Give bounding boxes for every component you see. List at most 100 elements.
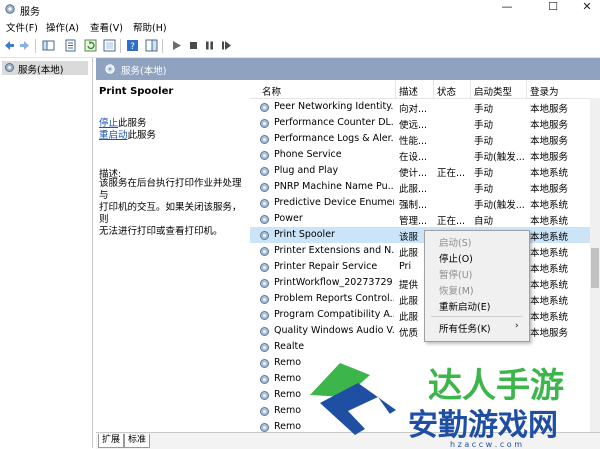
service-logon-cell: 本地服务 <box>530 152 569 163</box>
tab-extended[interactable]: 扩展 <box>98 434 125 448</box>
column-header-state[interactable]: 状态 <box>437 84 456 98</box>
service-logon-cell: 本地系统 <box>530 296 569 307</box>
selected-service-name: Print Spooler <box>99 86 174 97</box>
service-gear-icon <box>260 231 269 240</box>
service-desc-cell: 此服... <box>399 184 428 195</box>
column-header-startup[interactable]: 启动类型 <box>474 84 512 98</box>
list-header: 名称 描述 状态 启动类型 登录为 <box>250 80 600 99</box>
service-startup-cell: 手动(触发... <box>474 152 525 163</box>
service-desc-cell: 使远... <box>399 120 428 131</box>
service-name-cell: Predictive Device Enumera... <box>274 197 394 208</box>
pause-service-icon[interactable] <box>203 39 216 52</box>
restart-service-icon[interactable] <box>220 39 233 52</box>
service-logon-cell: 本地系统 <box>530 168 569 179</box>
show-hide-pane-icon[interactable] <box>145 39 158 52</box>
service-desc-cell: 性能... <box>399 136 428 147</box>
forward-arrow-icon[interactable] <box>18 39 31 52</box>
console-tree-icon[interactable] <box>42 39 55 52</box>
restart-service-action: 重启动此服务 <box>99 127 156 141</box>
service-gear-icon <box>260 151 269 160</box>
stop-service-icon[interactable] <box>187 39 200 52</box>
service-name-cell: PNRP Machine Name Pu... <box>274 181 394 192</box>
service-name-cell: Power <box>274 213 303 224</box>
service-name-cell: Peer Networking Identity... <box>274 101 394 112</box>
restart-service-suffix: 此服务 <box>127 130 157 141</box>
back-arrow-icon[interactable] <box>3 39 16 52</box>
service-gear-icon <box>260 359 269 368</box>
column-divider[interactable] <box>433 80 434 98</box>
service-name-cell: Program Compatibility A... <box>274 309 394 320</box>
tab-standard[interactable]: 标准 <box>124 434 151 448</box>
menu-view[interactable]: 查看(V) <box>90 20 123 34</box>
service-logon-cell: 本地服务 <box>530 120 569 131</box>
console-tree: 服务(本地) <box>0 58 93 448</box>
column-header-name[interactable]: 名称 <box>262 84 281 98</box>
menu-item-restart[interactable]: 重新启动(E) <box>439 299 490 313</box>
menu-item-pause[interactable]: 暂停(U) <box>439 267 472 281</box>
help-icon[interactable]: ? <box>126 39 139 52</box>
export-list-icon[interactable] <box>103 39 116 52</box>
service-logon-cell: 本地系统 <box>530 280 569 291</box>
menu-file[interactable]: 文件(F) <box>6 20 38 34</box>
service-logon-cell: 本地系统 <box>530 264 569 275</box>
properties-sheet-icon[interactable] <box>64 39 77 52</box>
services-header-strip: 服务(本地) <box>96 58 600 80</box>
service-row[interactable]: PNRP Machine Name Pu... 此服... 手动 本地服务 <box>250 179 600 195</box>
logo-url-text: h z a c c w . c o m <box>450 440 522 448</box>
service-gear-icon <box>260 215 269 224</box>
submenu-arrow-icon: › <box>515 321 519 331</box>
service-name-cell: Printer Extensions and N... <box>274 245 394 256</box>
menu-item-all-tasks[interactable]: 所有任务(K) <box>439 321 491 335</box>
toolbar-separator <box>162 39 163 53</box>
window-title: 服务 <box>20 7 40 18</box>
service-desc-cell: 管理... <box>399 216 428 227</box>
restart-service-link[interactable]: 重启动 <box>99 130 128 141</box>
service-row[interactable]: Peer Networking Identity... 向对... 手动 本地服务 <box>250 99 600 115</box>
menu-action[interactable]: 操作(A) <box>46 20 79 34</box>
menu-bar: 文件(F) 操作(A) 查看(V) 帮助(H) <box>0 18 600 35</box>
service-gear-icon <box>260 167 269 176</box>
tree-item-services-local[interactable]: 服务(本地) <box>2 61 88 76</box>
service-state-cell: 正在... <box>437 168 466 179</box>
service-logon-cell: 本地系统 <box>530 200 569 211</box>
service-gear-icon <box>260 295 269 304</box>
service-desc-cell: 使计... <box>399 168 428 179</box>
service-name-cell: Problem Reports Control... <box>274 293 394 304</box>
menu-separator <box>431 316 523 317</box>
toolbar-separator <box>120 39 121 53</box>
services-header-label: 服务(本地) <box>121 66 167 77</box>
service-name-cell: PrintWorkflow_20273729 <box>274 277 393 288</box>
service-row[interactable]: Performance Logs & Aler... 性能... 手动 本地服务 <box>250 131 600 147</box>
service-startup-cell: 手动 <box>474 168 494 179</box>
service-row[interactable]: Phone Service 在设... 手动(触发... 本地服务 <box>250 147 600 163</box>
close-button[interactable]: ✕ <box>572 0 600 16</box>
service-row[interactable]: Predictive Device Enumera... 强制... 手动(触发..… <box>250 195 600 211</box>
service-name-cell: Printer Repair Service <box>274 261 378 272</box>
maximize-button[interactable]: ☐ <box>538 0 568 16</box>
logo-bottom-text: 安勤游戏网 <box>408 408 558 443</box>
service-row[interactable]: Performance Counter DL... 使远... 手动 本地服务 <box>250 115 600 131</box>
column-header-logon[interactable]: 登录为 <box>530 84 559 98</box>
service-logon-cell: 本地服务 <box>530 104 569 115</box>
service-row[interactable]: Power 管理... 正在... 自动 本地系统 <box>250 211 600 227</box>
service-gear-icon <box>260 263 269 272</box>
minimize-button[interactable]: — <box>492 0 522 16</box>
column-header-desc[interactable]: 描述 <box>399 84 418 98</box>
start-service-icon[interactable] <box>170 39 183 52</box>
service-startup-cell: 手动(触发... <box>474 200 525 211</box>
refresh-icon[interactable] <box>84 39 97 52</box>
logo-swoosh-icon <box>310 363 396 435</box>
menu-item-start[interactable]: 启动(S) <box>439 235 471 249</box>
menu-item-stop[interactable]: 停止(O) <box>439 251 473 265</box>
service-row[interactable]: Plug and Play 使计... 正在... 手动 本地系统 <box>250 163 600 179</box>
menu-help[interactable]: 帮助(H) <box>133 20 167 34</box>
column-divider[interactable] <box>470 80 471 98</box>
menu-item-resume[interactable]: 恢复(M) <box>439 283 474 297</box>
scrollbar-thumb[interactable] <box>591 248 599 288</box>
service-desc-cell: 在设... <box>399 152 428 163</box>
service-gear-icon <box>260 183 269 192</box>
column-divider[interactable] <box>395 80 396 98</box>
service-state-cell: 正在... <box>437 216 466 227</box>
column-divider[interactable] <box>526 80 527 98</box>
service-name-cell: Realte <box>274 341 305 352</box>
